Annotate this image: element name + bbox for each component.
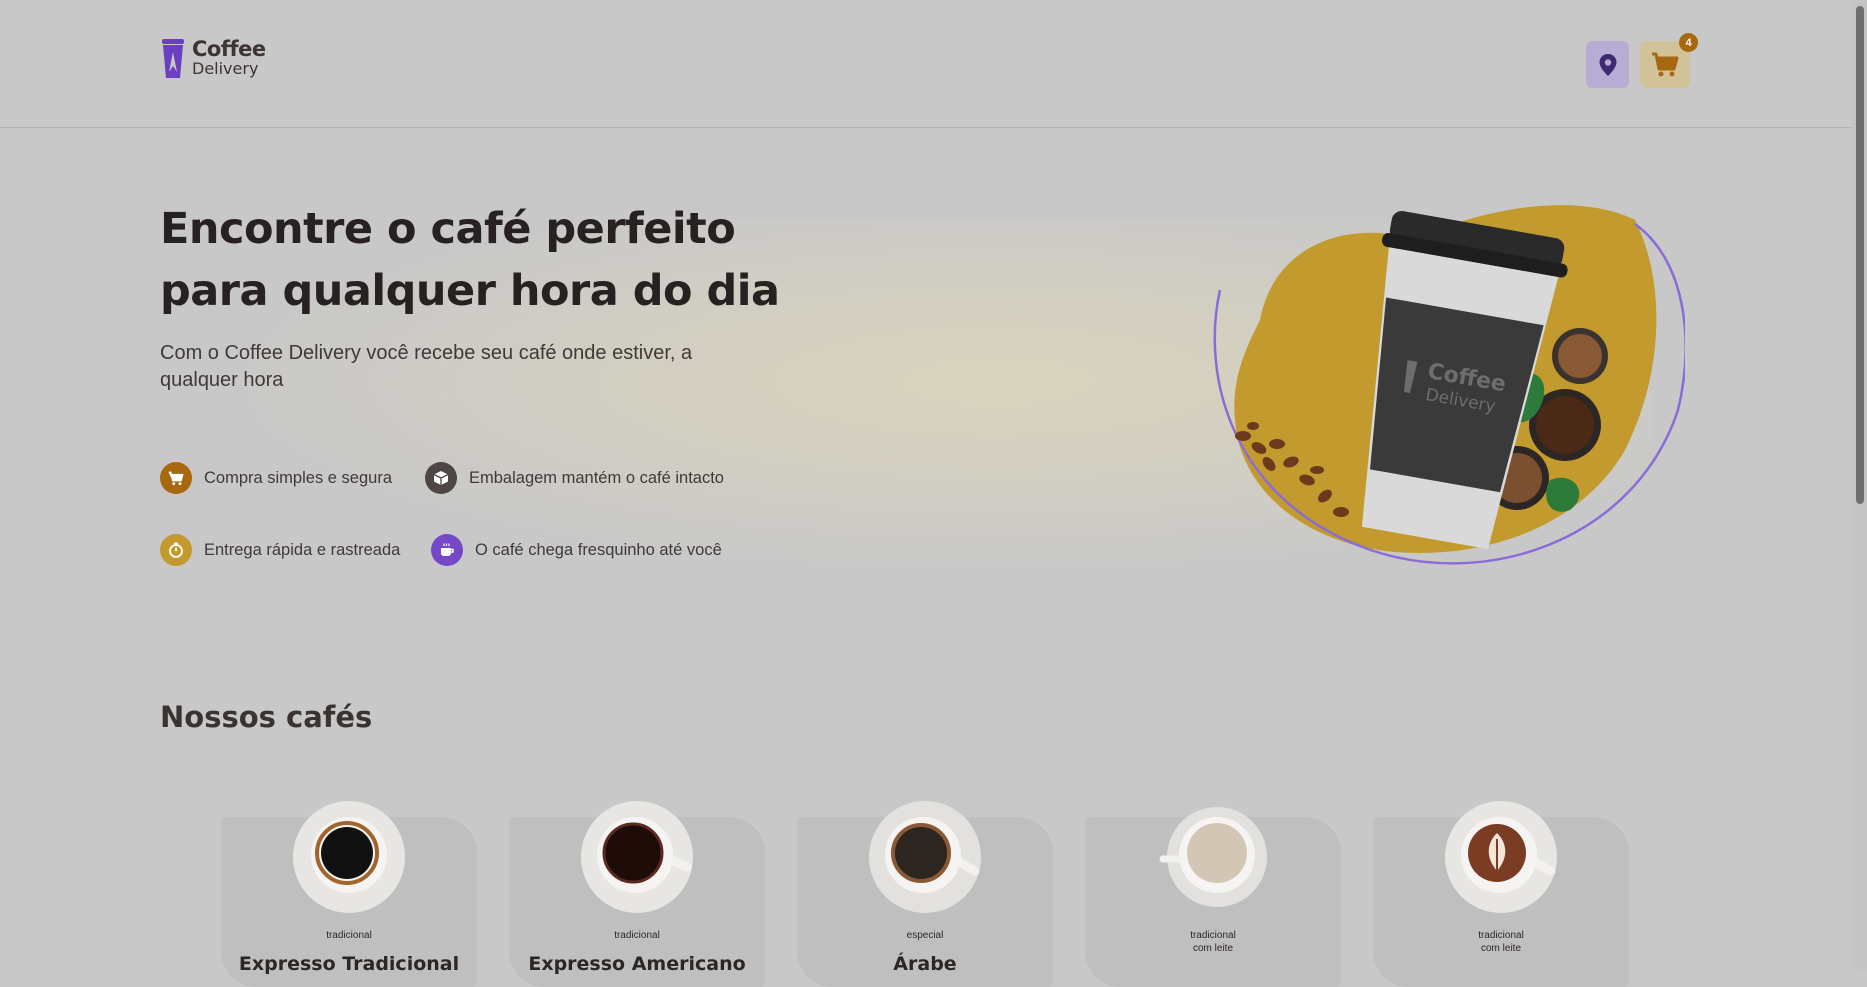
section-title: Nossos cafés [160, 700, 373, 734]
cart-button[interactable]: 4 [1640, 33, 1698, 88]
coffee-icon [431, 534, 463, 566]
feature-text: Compra simples e segura [204, 468, 392, 487]
scrollbar-thumb[interactable] [1856, 6, 1864, 504]
scrollbar[interactable] [1852, 0, 1867, 969]
coffee-tag: com leite [1192, 943, 1233, 954]
coffee-card[interactable]: tradicional com leite [1373, 801, 1629, 987]
feature-secure-purchase: Compra simples e segura [160, 462, 392, 494]
cart-count-badge: 4 [1679, 33, 1698, 52]
coffee-tag: tradicional [1190, 930, 1236, 941]
coffee-tag: tradicional [1478, 930, 1524, 941]
coffee-card[interactable]: especial Árabe [797, 801, 1053, 987]
coffee-cup-image [1445, 801, 1557, 913]
cart-icon [160, 462, 192, 494]
feature-text: O café chega fresquinho até você [475, 540, 722, 559]
feature-text: Embalagem mantém o café intacto [469, 468, 724, 487]
feature-fresh-coffee: O café chega fresquinho até você [431, 534, 722, 566]
coffee-card[interactable]: tradicional Expresso Americano [509, 801, 765, 987]
map-pin-icon [1599, 53, 1616, 76]
coffee-tag: especial [906, 930, 944, 941]
logo[interactable]: Coffee Delivery [160, 38, 266, 80]
coffee-cup-image [869, 801, 981, 913]
hero-coffee-illustration: Coffee Delivery [1213, 205, 1685, 565]
feature-packaging: Embalagem mantém o café intacto [425, 462, 724, 494]
hero-subtitle: Com o Coffee Delivery você recebe seu ca… [160, 342, 693, 391]
coffee-name: Expresso Americano [528, 953, 746, 975]
location-button[interactable] [1586, 41, 1629, 88]
coffee-cup-image [581, 801, 693, 913]
coffee-card[interactable]: tradicional com leite [1085, 807, 1341, 987]
coffee-tag: tradicional [326, 930, 372, 941]
coffee-cup-image [293, 801, 405, 913]
package-icon [425, 462, 457, 494]
shopping-cart-icon [1652, 52, 1679, 76]
logo-line2: Delivery [192, 59, 259, 78]
hero-title: Encontre o café perfeito para qualquer h… [160, 204, 780, 316]
coffee-tag: com leite [1480, 943, 1521, 954]
coffee-cup-logo-icon [162, 39, 184, 78]
coffee-name: Expresso Tradicional [238, 953, 460, 975]
header: Coffee Delivery 4 [0, 0, 1852, 128]
coffee-name: Árabe [893, 953, 957, 975]
feature-text: Entrega rápida e rastreada [204, 540, 401, 559]
coffee-card[interactable]: tradicional Expresso Tradicional [221, 801, 477, 987]
feature-fast-delivery: Entrega rápida e rastreada [160, 534, 400, 566]
coffee-cup-image [1159, 807, 1267, 907]
coffee-tag: tradicional [614, 930, 660, 941]
logo-line1: Coffee [192, 37, 266, 61]
timer-icon [160, 534, 192, 566]
